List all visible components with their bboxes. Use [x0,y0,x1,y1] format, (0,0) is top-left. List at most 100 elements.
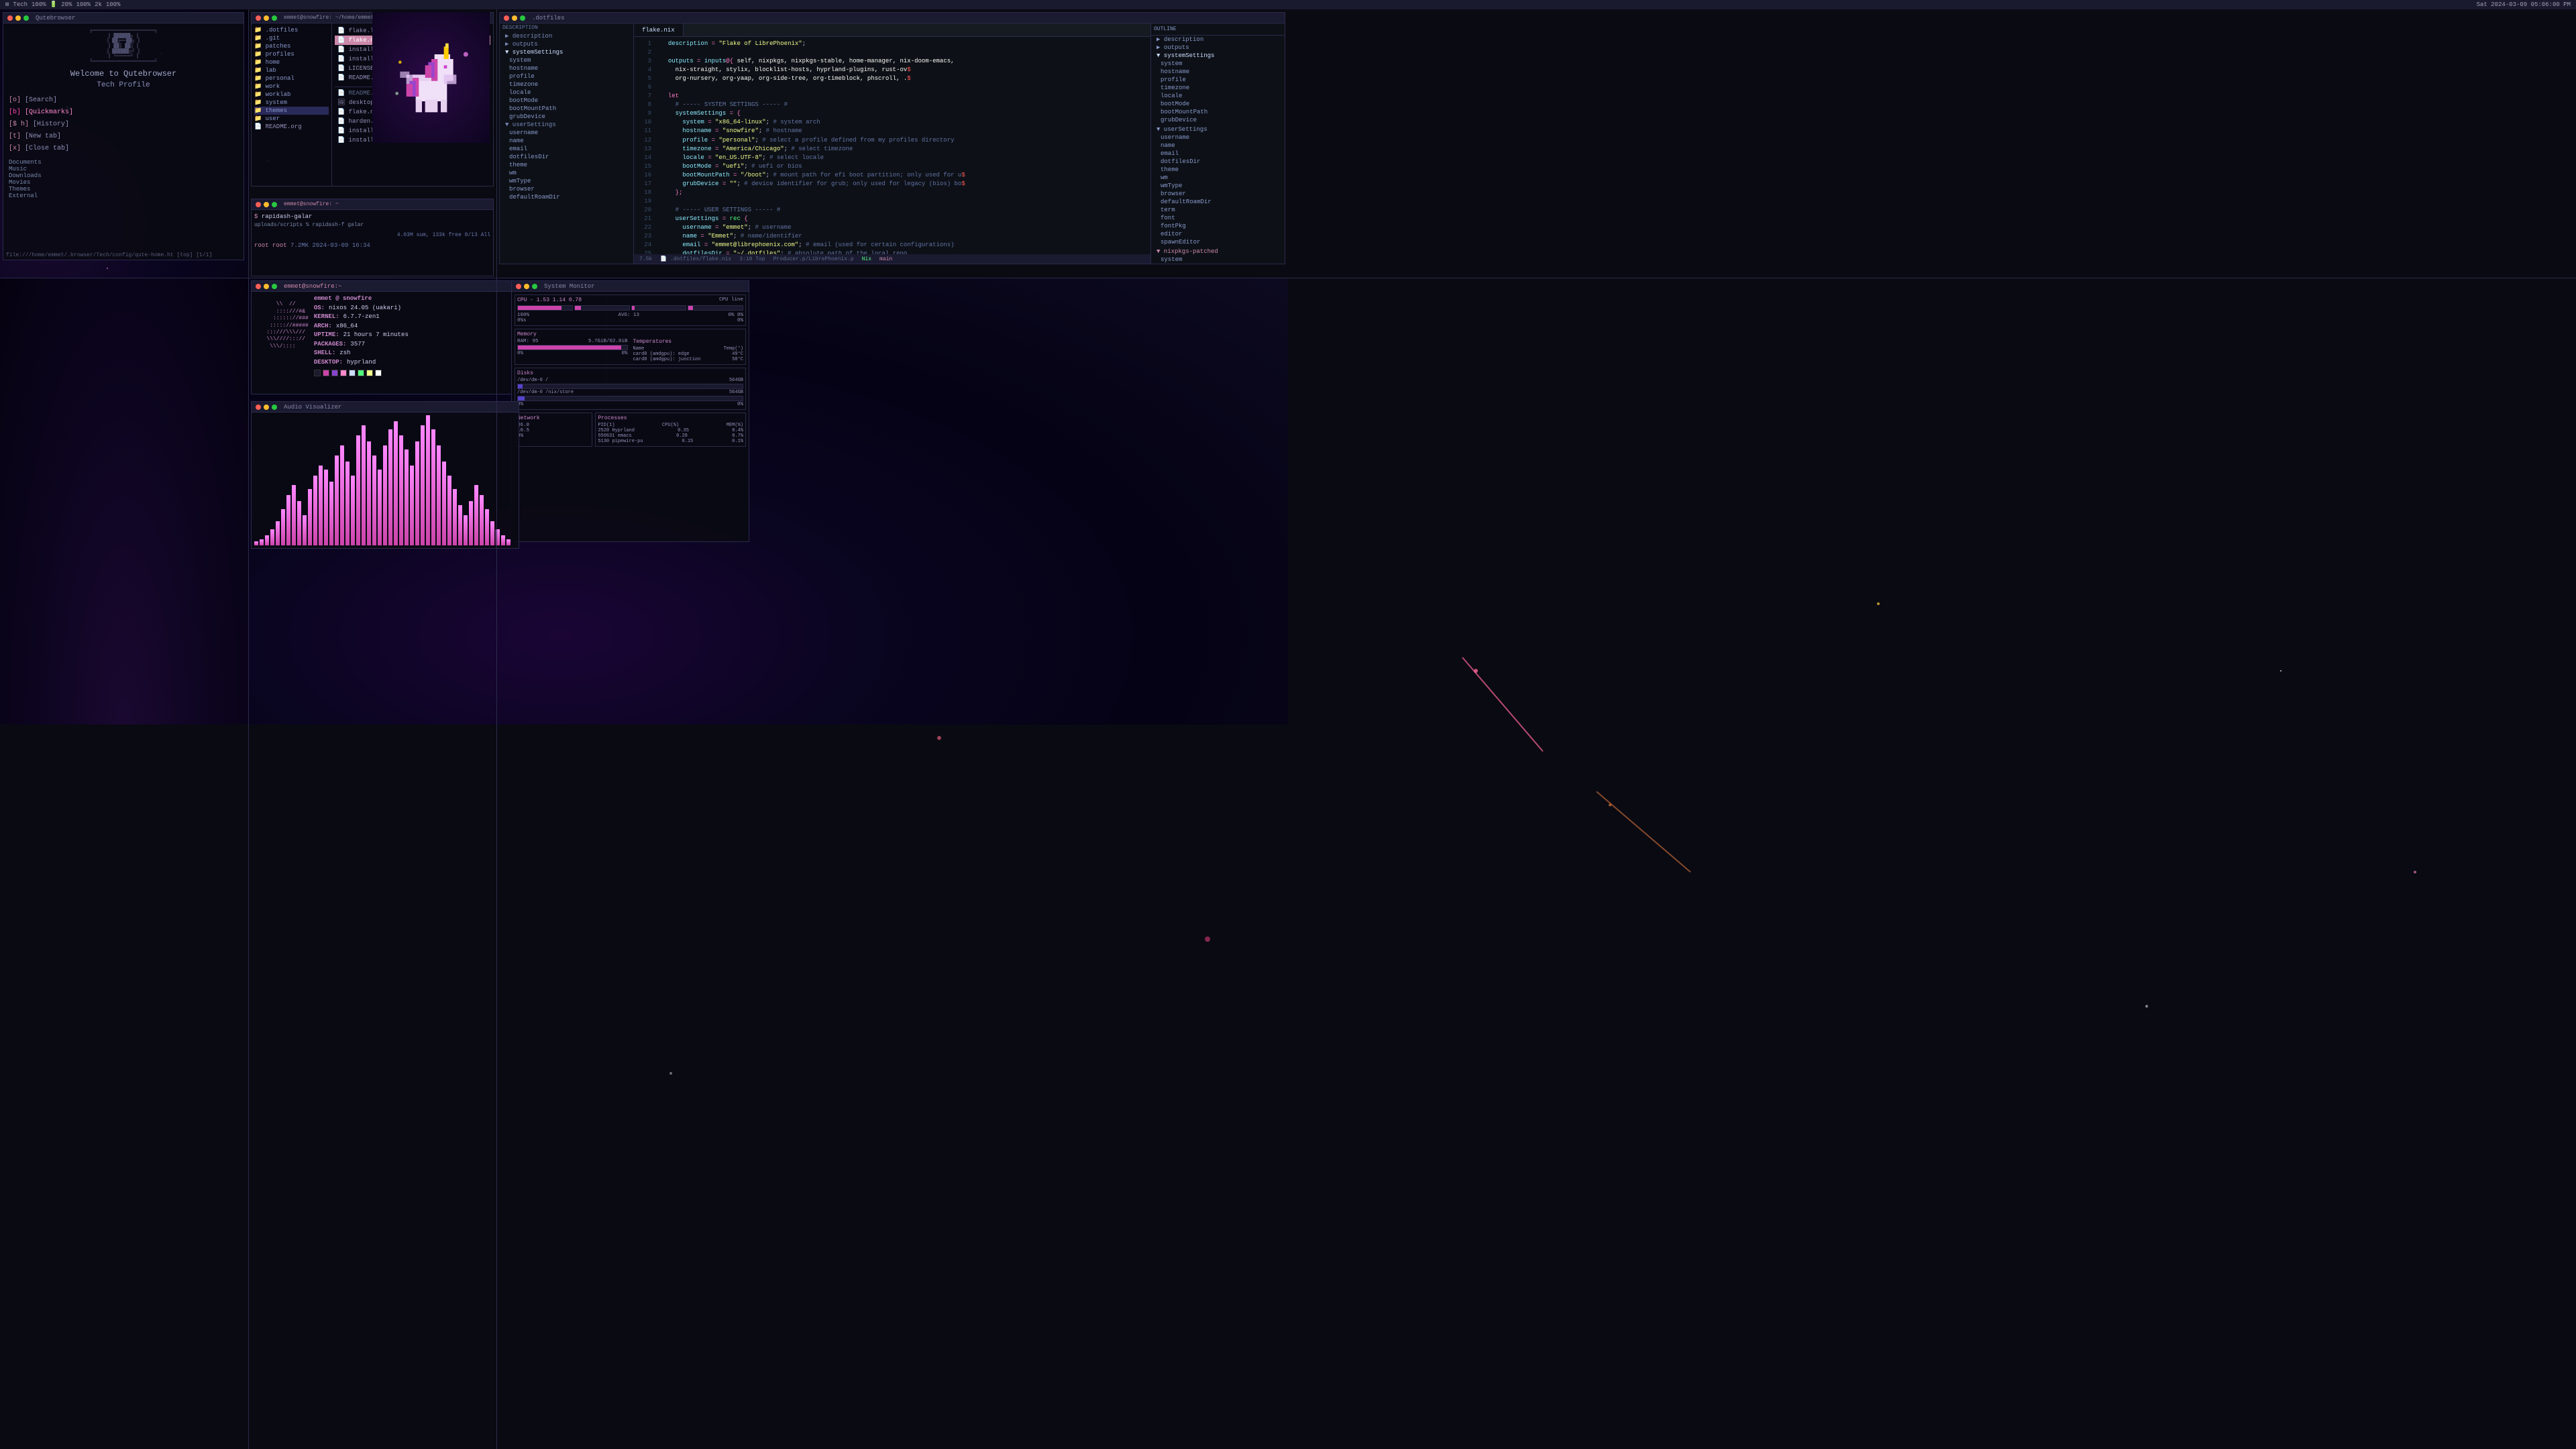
fm-tree-personal[interactable]: 📁 personal [254,74,329,83]
et-r-editor[interactable]: editor [1151,230,1285,238]
et-r-name[interactable]: name [1151,142,1285,150]
et-r-nixpkgspatched[interactable]: ▼ nixpkgs-patched [1151,248,1285,256]
et-r-dotfilesdir[interactable]: dotfilesDir [1151,158,1285,166]
fm-tree-themes[interactable]: 📁 themes [254,107,329,115]
et-wm[interactable]: wm [500,169,633,177]
et-r-outputs[interactable]: ▶ outputs [1151,44,1285,52]
et-r-wm[interactable]: wm [1151,174,1285,182]
term-close-btn[interactable] [256,202,261,207]
et-usersettings[interactable]: ▼ userSettings [500,121,633,129]
pixel-art-image [372,12,490,143]
et-email[interactable]: email [500,145,633,153]
code-line-17: grubDevice = ""; # device identifier for… [661,180,1145,189]
fm-tree-user[interactable]: 📁 user [254,115,329,123]
et-r-term[interactable]: term [1151,206,1285,214]
fm-tree-home[interactable]: 📁 home [254,58,329,66]
term-min-btn[interactable] [264,202,269,207]
et-wmtype[interactable]: wmType [500,177,633,185]
sysmon-disks-col: Disks /dev/dm-0 / 564GB /dev/dm-0 /nix/s… [517,370,743,407]
neo-min-btn[interactable] [264,284,269,289]
et-dotfilesdir[interactable]: dotfilesDir [500,153,633,161]
qute-menu-quickmarks[interactable]: [b] [Quickmarks] [9,107,238,119]
et-timezone[interactable]: timezone [500,80,633,89]
qute-menu-closetab[interactable]: [x] [Close tab] [9,143,238,155]
et-name[interactable]: name [500,137,633,145]
et-browser[interactable]: browser [500,185,633,193]
et-r-wmtype[interactable]: wmType [1151,182,1285,190]
et-r-system[interactable]: system [1151,60,1285,68]
sysmon-close-btn[interactable] [516,284,521,289]
qute-menu-search[interactable]: [o] [Search] [9,95,238,107]
editor-code-area: 1234 5678 9101112 13141516 17181920 2122… [634,37,1150,254]
neo-close-btn[interactable] [256,284,261,289]
et-username[interactable]: username [500,129,633,137]
visualizer-window: Audio Visualizer [251,401,519,549]
vis-close-btn[interactable] [256,405,261,410]
fm-tree-work[interactable]: 📁 work [254,83,329,91]
editor-close-btn[interactable] [504,15,509,21]
qute-menu-history[interactable]: [$ h] [History] [9,119,238,131]
et-bootmount[interactable]: bootMountPath [500,105,633,113]
fm-max-btn[interactable] [272,15,277,21]
editor-min-btn[interactable] [512,15,517,21]
et-r-bootmount[interactable]: bootMountPath [1151,108,1285,116]
et-description[interactable]: ▶ description [500,32,633,40]
et-r-locale[interactable]: locale [1151,92,1285,100]
procs-label: 2k [95,1,102,8]
et-r-spawnedit[interactable]: spawnEditor [1151,238,1285,246]
fm-tree-profiles[interactable]: 📁 profiles [254,50,329,58]
fm-close-btn[interactable] [256,15,261,21]
et-systemsettings[interactable]: ▼ systemSettings [500,48,633,56]
visualizer-bar-3 [270,529,274,545]
et-defaultroam[interactable]: defaultRoamDir [500,193,633,201]
et-hostname[interactable]: hostname [500,64,633,72]
et-theme[interactable]: theme [500,161,633,169]
et-r-np-system[interactable]: system [1151,256,1285,264]
et-r-grub[interactable]: grubDevice [1151,116,1285,124]
code-line-8: # ----- SYSTEM SETTINGS ----- # [661,101,1145,109]
fm-tree-worklab[interactable]: 📁 worklab [254,91,329,99]
sysmon-max-btn[interactable] [532,284,537,289]
visualizer-bar-44 [490,521,494,545]
et-profile[interactable]: profile [500,72,633,80]
et-r-description[interactable]: ▶ description [1151,36,1285,44]
et-r-systemsettings[interactable]: ▼ systemSettings [1151,52,1285,60]
et-r-email[interactable]: email [1151,150,1285,158]
editor-tab-flakenix[interactable]: flake.nix [634,23,684,36]
et-r-bootmode[interactable]: bootMode [1151,100,1285,108]
sysmon-min-btn[interactable] [524,284,529,289]
et-r-browser[interactable]: browser [1151,190,1285,198]
et-r-username[interactable]: username [1151,133,1285,142]
et-bootmode[interactable]: bootMode [500,97,633,105]
et-outputs[interactable]: ▶ outputs [500,40,633,48]
qute-menu-newtab[interactable]: [t] [New tab] [9,131,238,143]
et-system[interactable]: system [500,56,633,64]
fm-tree-dotfiles[interactable]: 📁 .dotfiles [254,26,329,34]
close-btn[interactable] [7,15,13,21]
et-r-defaultroam[interactable]: defaultRoamDir [1151,198,1285,206]
et-r-fontpkg[interactable]: fontPkg [1151,222,1285,230]
et-r-hostname[interactable]: hostname [1151,68,1285,76]
fm-tree-git[interactable]: 📁 .git [254,34,329,42]
fm-tree-patches[interactable]: 📁 patches [254,42,329,50]
et-r-usersettings[interactable]: ▼ userSettings [1151,125,1285,133]
et-r-profile[interactable]: profile [1151,76,1285,84]
vis-max-btn[interactable] [272,405,277,410]
fm-tree-readme[interactable]: 📄 README.org [254,123,329,131]
fm-tree-lab[interactable]: 📁 lab [254,66,329,74]
et-r-theme[interactable]: theme [1151,166,1285,174]
et-locale[interactable]: locale [500,89,633,97]
vis-min-btn[interactable] [264,405,269,410]
visualizer-bar-41 [474,485,478,545]
fm-tree-system[interactable]: 📁 system [254,99,329,107]
min-btn[interactable] [15,15,21,21]
et-r-font[interactable]: font [1151,214,1285,222]
et-grub[interactable]: grubDevice [500,113,633,121]
term-max-btn[interactable] [272,202,277,207]
neo-max-btn[interactable] [272,284,277,289]
max-btn[interactable] [23,15,29,21]
fm-min-btn[interactable] [264,15,269,21]
et-r-timezone[interactable]: timezone [1151,84,1285,92]
editor-max-btn[interactable] [520,15,525,21]
io-label: 100% [106,1,121,8]
